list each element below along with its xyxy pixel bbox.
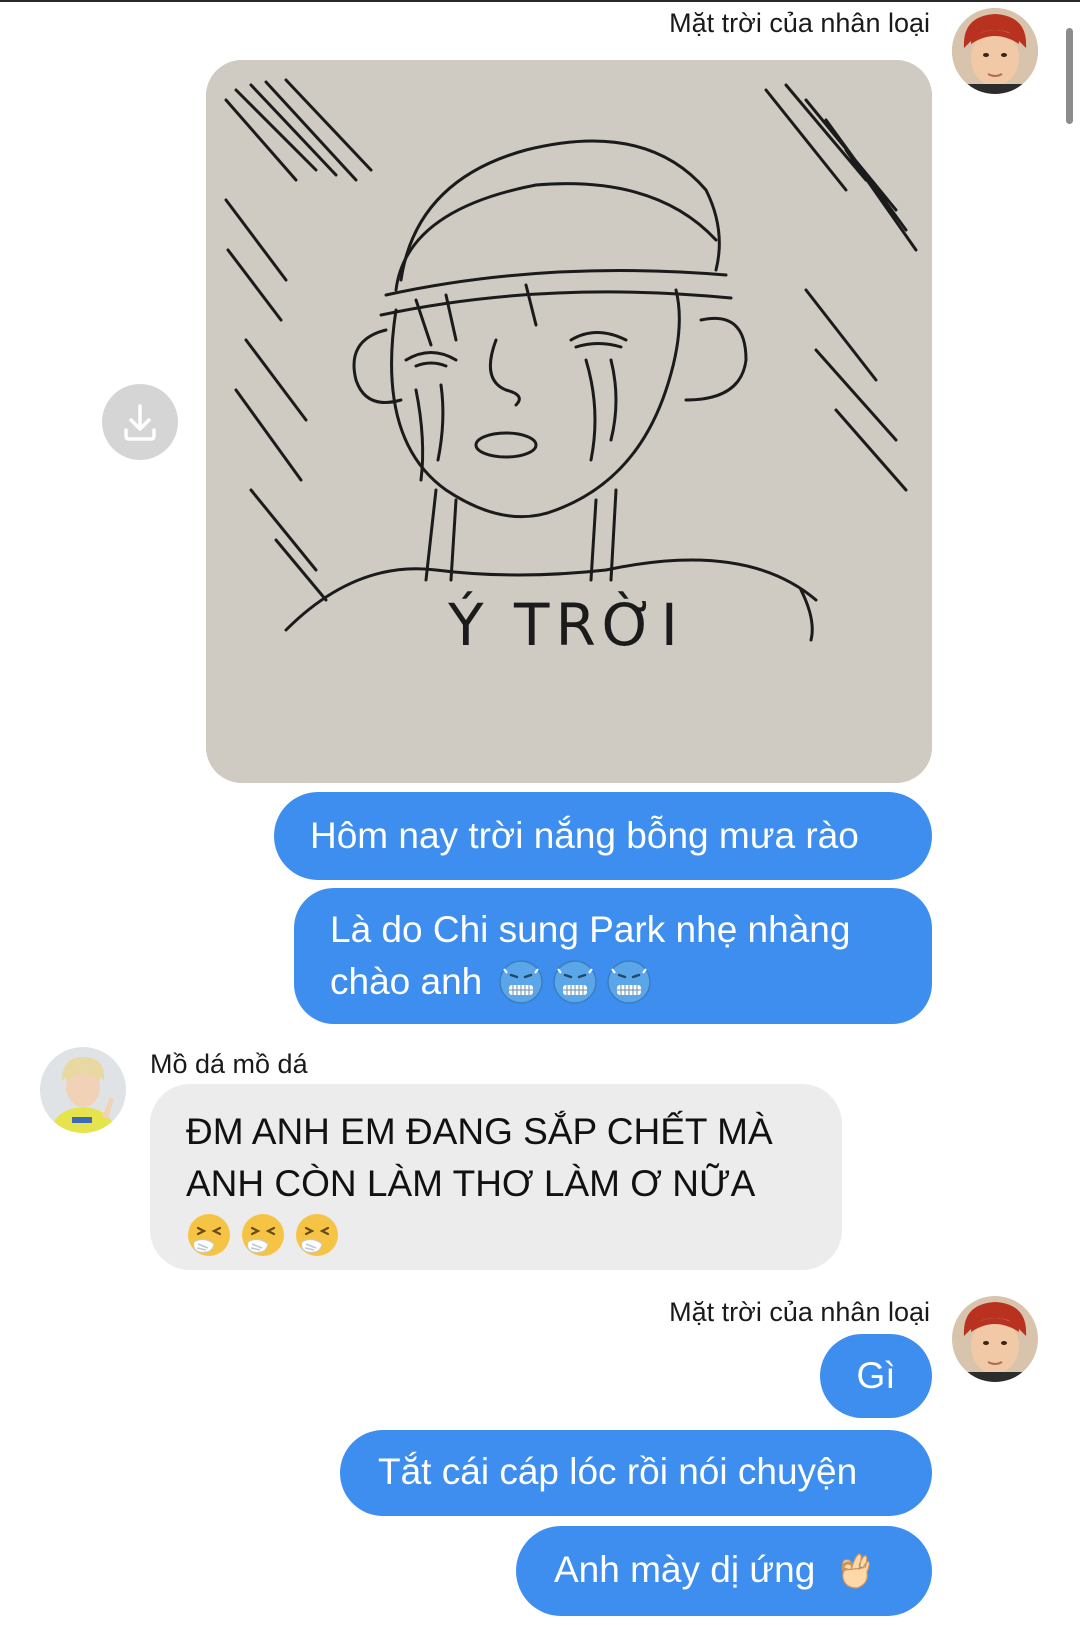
- cold-face-emoji: [607, 960, 651, 1004]
- ok-hand-emoji: [841, 1553, 871, 1589]
- sender-name-me: Mặt trời của nhân loại: [669, 8, 930, 38]
- cold-face-emoji: [499, 960, 543, 1004]
- sketch-caption: Ý TRỜI: [447, 590, 684, 659]
- message-incoming[interactable]: ĐM ANH EM ĐANG SẮP CHẾT MÀ ANH CÒN LÀM T…: [150, 1084, 842, 1270]
- sender-name-other: Mồ dá mồ dá: [150, 1049, 308, 1079]
- download-button[interactable]: [102, 384, 178, 460]
- message-outgoing[interactable]: Gì: [820, 1334, 932, 1418]
- message-outgoing[interactable]: Là do Chi sung Park nhẹ nhàng chào anh: [294, 888, 932, 1024]
- message-outgoing[interactable]: Hôm nay trời nắng bỗng mưa rào: [274, 792, 932, 880]
- shared-sketch-image[interactable]: Ý TRỜI: [206, 60, 932, 783]
- message-text-line: ANH CÒN LÀM THƠ LÀM Ơ NỮA: [186, 1163, 756, 1204]
- top-border: [0, 0, 1080, 2]
- message-text: Gì: [856, 1355, 896, 1396]
- message-text-line: Là do Chi sung Park nhẹ nhàng: [330, 909, 851, 950]
- sneezing-face-emoji: [296, 1214, 338, 1256]
- cold-face-emoji: [553, 960, 597, 1004]
- sneezing-face-emoji: [188, 1214, 230, 1256]
- message-text: Hôm nay trời nắng bỗng mưa rào: [310, 815, 859, 856]
- message-outgoing[interactable]: Tắt cái cáp lóc rồi nói chuyện: [340, 1430, 932, 1516]
- message-text: Anh mày dị ứng: [554, 1549, 816, 1590]
- download-icon: [124, 404, 156, 441]
- sneezing-face-emoji: [242, 1214, 284, 1256]
- avatar-me[interactable]: [952, 8, 1038, 94]
- message-text-line: ĐM ANH EM ĐANG SẮP CHẾT MÀ: [186, 1111, 773, 1152]
- scrollbar[interactable]: [1066, 28, 1073, 124]
- message-outgoing[interactable]: Anh mày dị ứng: [516, 1526, 932, 1616]
- avatar-me[interactable]: [952, 1296, 1038, 1382]
- sender-name-me: Mặt trời của nhân loại: [669, 1297, 930, 1327]
- message-text: Tắt cái cáp lóc rồi nói chuyện: [378, 1451, 858, 1492]
- avatar-other[interactable]: [40, 1047, 126, 1133]
- message-text-line: chào anh: [330, 961, 483, 1002]
